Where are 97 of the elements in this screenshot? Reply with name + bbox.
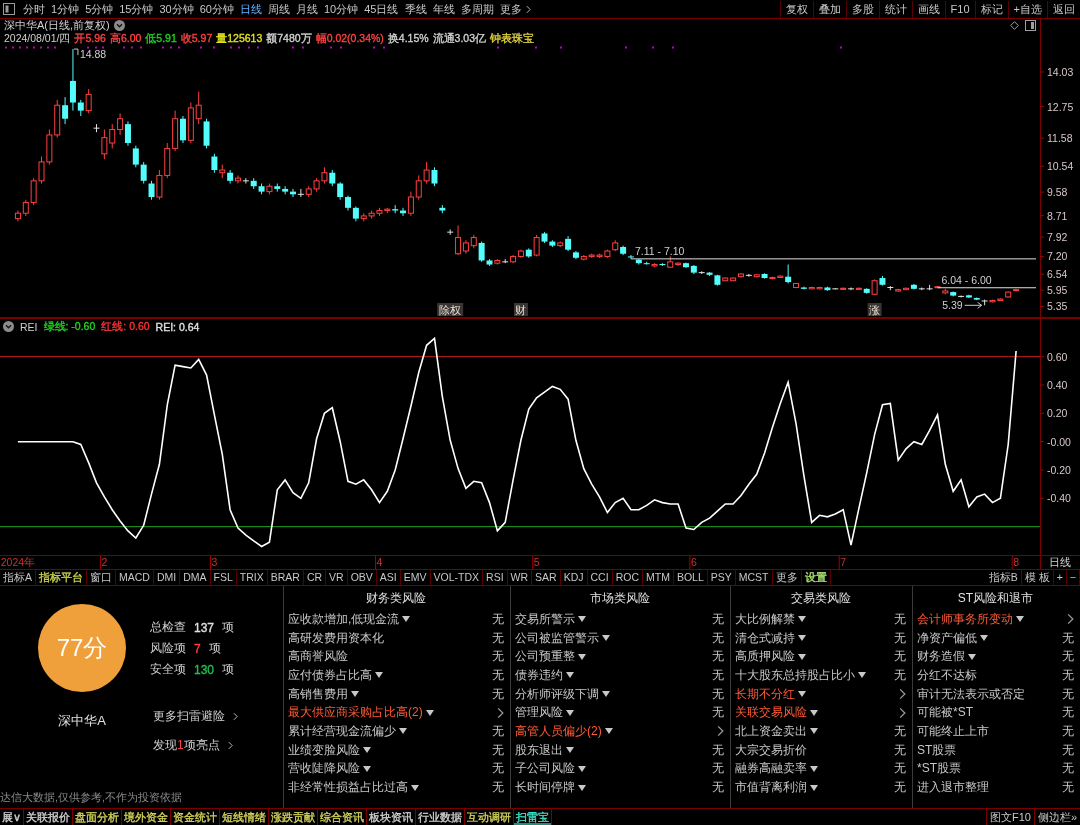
axis-label: 9.58	[1047, 186, 1068, 199]
result-text: 无	[492, 666, 504, 684]
result-text: 无	[1062, 704, 1074, 722]
result-text: 无	[894, 722, 906, 740]
quote-value: 开5.96	[74, 32, 106, 44]
stat-value: 7	[194, 641, 201, 656]
high-price-label: 14.88	[79, 48, 107, 61]
result-text: 无	[894, 760, 906, 778]
result-text: 无	[1062, 666, 1074, 684]
quote-value: 换4.15%	[387, 32, 429, 44]
stat-unit: 项	[208, 640, 221, 657]
axis-label: 10.54	[1047, 160, 1074, 173]
stat-value: 137	[194, 620, 215, 635]
quote-value: 量125613	[216, 32, 263, 44]
stat-unit: 项	[222, 619, 235, 636]
axis-label: 8.71	[1047, 209, 1068, 222]
result-text: 无	[1062, 629, 1074, 647]
axis-label: 5	[533, 556, 540, 568]
axis-label: 6	[690, 556, 697, 568]
disclaimer-text: 达信大数据,仅供参考,不作为投资依据	[0, 791, 183, 805]
axis-label: 2024年	[0, 556, 36, 568]
result-text: 无	[1062, 685, 1074, 703]
result-text: 无	[1062, 760, 1074, 778]
result-text: 无	[894, 779, 906, 797]
result-text: 无	[712, 741, 724, 759]
axis-label: 11.58	[1047, 132, 1073, 145]
axis-label: 14.03	[1047, 66, 1074, 78]
axis-label: 12.75	[1047, 100, 1074, 113]
axis-label: 7	[840, 556, 847, 568]
result-text: 无	[894, 610, 906, 628]
result-text: 无	[712, 779, 724, 797]
result-text: 无	[712, 704, 724, 722]
axis-label: -0.40	[1047, 492, 1071, 505]
result-text: 无	[1062, 648, 1074, 666]
result-text: 无	[1062, 779, 1074, 797]
column-title: 财务类风险	[365, 589, 427, 607]
chart-title: 深中华A(日线,前复权)	[4, 19, 110, 32]
axis-label: 7.20	[1047, 250, 1068, 263]
stock-name: 深中华A	[58, 712, 106, 730]
indicator-value: 红线: 0.60	[101, 319, 150, 334]
column-title: ST风险和退市	[956, 589, 1035, 607]
quote-value: 额7480万	[266, 32, 312, 44]
axis-label: 0.60	[1047, 350, 1068, 363]
result-text: 无	[1062, 722, 1074, 740]
axis-label: -0.00	[1047, 435, 1071, 448]
stat-value: 130	[194, 662, 215, 677]
result-text: 无	[492, 629, 504, 647]
result-text: 无	[894, 629, 906, 647]
indicator-name: REI	[20, 320, 38, 333]
quote-value: 钟表珠宝	[490, 32, 535, 44]
quote-value: 收5.97	[180, 32, 213, 44]
indicator-value: 绿线: -0.60	[43, 319, 96, 334]
score-badge: 77分	[38, 604, 126, 692]
quote-date: 2024/08/01/四	[4, 32, 71, 44]
stat-label: 安全项	[150, 661, 186, 678]
indicator-value: REI: 0.64	[155, 320, 200, 333]
axis-label: 8	[1013, 556, 1019, 568]
column-title: 交易类风险	[789, 589, 852, 607]
result-text: 无	[1062, 741, 1074, 759]
quote-value: 流通3.03亿	[432, 32, 487, 44]
gap-label: 6.04 - 6.00	[941, 273, 992, 286]
axis-label: 5.95	[1047, 284, 1068, 297]
axis-label: 0.20	[1047, 407, 1068, 420]
result-text: 无	[492, 760, 504, 778]
result-text: 无	[712, 666, 724, 684]
result-text: 无	[492, 685, 504, 703]
result-text: 无	[894, 648, 906, 666]
axis-label: -0.20	[1047, 464, 1071, 476]
axis-label: 5.35	[1047, 300, 1068, 313]
axis-label: 0.40	[1047, 379, 1068, 391]
result-text: 无	[492, 610, 504, 628]
quote-value: 幅0.02(0.34%)	[315, 32, 384, 44]
axis-label: 6.54	[1047, 268, 1068, 281]
axis-label: 2	[101, 556, 108, 568]
stat-unit: 项	[222, 661, 235, 678]
axis-label: 7.92	[1047, 231, 1068, 243]
result-text: 无	[894, 666, 906, 684]
stat-label: 风险项	[150, 640, 186, 657]
quote-value: 低5.91	[145, 32, 177, 44]
low-price-label: 5.39	[942, 299, 963, 312]
axis-label: 4	[376, 556, 383, 568]
result-text: 无	[712, 629, 724, 647]
axis-label: 3	[211, 556, 218, 568]
quote-value: 高6.00	[109, 32, 142, 44]
result-text: 无	[492, 741, 504, 759]
result-text: 无	[712, 760, 724, 778]
gap-label: 7.11 - 7.10	[634, 244, 685, 257]
stat-label: 总检查	[150, 619, 186, 636]
result-text: 无	[712, 610, 724, 628]
result-text: 无	[894, 741, 906, 759]
result-text: 无	[712, 685, 724, 703]
result-text: 无	[712, 648, 724, 666]
result-text: 无	[492, 648, 504, 666]
column-title: 市场类风险	[588, 589, 651, 607]
result-text: 无	[492, 722, 504, 740]
result-text: 无	[492, 779, 504, 797]
period-label: 日线	[1049, 556, 1071, 568]
